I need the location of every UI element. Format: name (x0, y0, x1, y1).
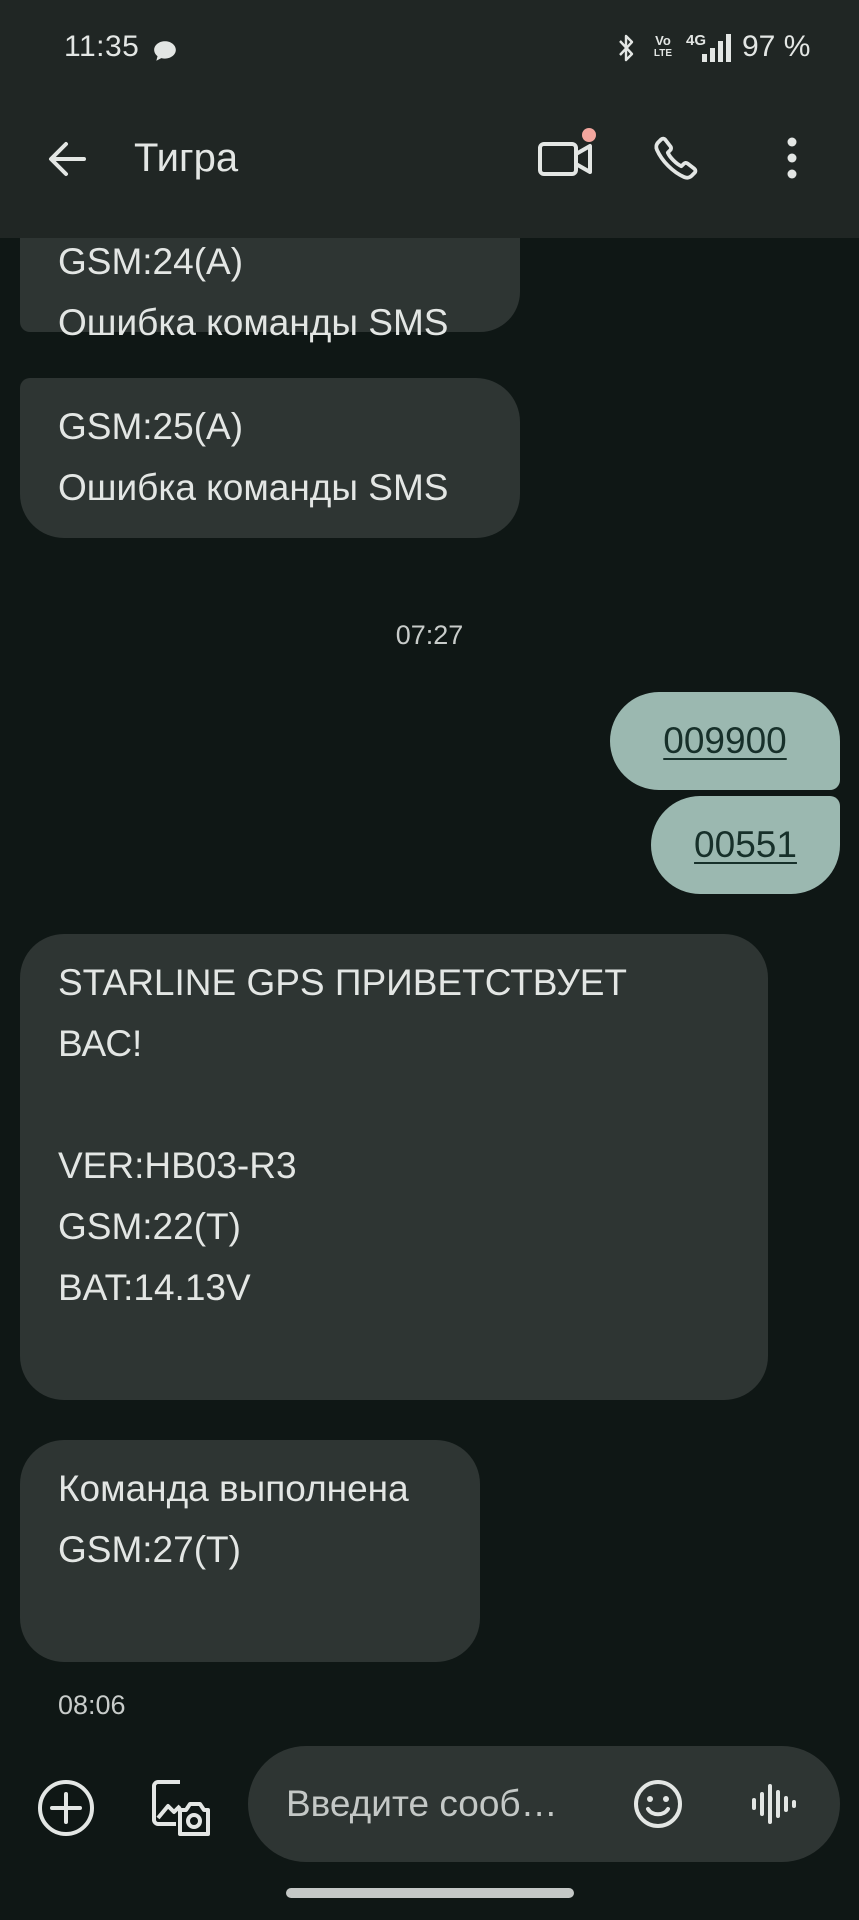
message-bubble-incoming[interactable]: GSM:25(A) Ошибка команды SMS (20, 378, 520, 538)
status-bar: 11:35 Vo LTE 4G 97 % (0, 0, 859, 100)
message-bubble-incoming[interactable]: Команда выполнена GSM:27(T) (20, 1440, 480, 1662)
composer-bar (0, 1738, 859, 1920)
contact-name[interactable]: Тигра (134, 136, 238, 181)
status-time: 11:35 (64, 30, 140, 63)
app-bar: Тигра (0, 100, 859, 238)
phone-call-icon[interactable] (652, 134, 700, 182)
gallery-camera-icon[interactable] (150, 1776, 212, 1838)
message-input-container[interactable] (248, 1746, 840, 1862)
voice-message-icon[interactable] (748, 1778, 800, 1830)
home-indicator[interactable] (286, 1888, 574, 1898)
signal-icon (702, 34, 731, 62)
bluetooth-icon (619, 34, 634, 62)
volte-indicator: Vo LTE (653, 33, 673, 59)
screen: 11:35 Vo LTE 4G 97 % Тигра GSM:24(A) Оши… (0, 0, 859, 1920)
more-options-icon[interactable] (780, 134, 804, 182)
chat-notification-icon (154, 41, 176, 61)
emoji-icon[interactable] (632, 1778, 684, 1830)
message-timestamp: 08:06 (58, 1690, 126, 1720)
message-bubble-incoming[interactable]: GSM:24(A) Ошибка команды SMS (20, 238, 520, 343)
back-arrow-icon[interactable] (44, 136, 90, 182)
message-bubble-outgoing[interactable]: 009900 (610, 692, 840, 790)
battery-level: 97 % (742, 30, 811, 63)
message-list: GSM:24(A) Ошибка команды SMS GSM:25(A) О… (0, 238, 859, 1738)
message-bubble-outgoing[interactable]: 00551 (651, 796, 840, 894)
message-input[interactable] (286, 1774, 606, 1834)
add-attachment-icon[interactable] (36, 1778, 96, 1838)
timestamp-divider: 07:27 (395, 620, 464, 650)
message-bubble-incoming[interactable]: STARLINE GPS ПРИВЕТСТВУЕТ ВАС! VER:HB03-… (20, 934, 768, 1400)
notification-dot (582, 128, 596, 142)
